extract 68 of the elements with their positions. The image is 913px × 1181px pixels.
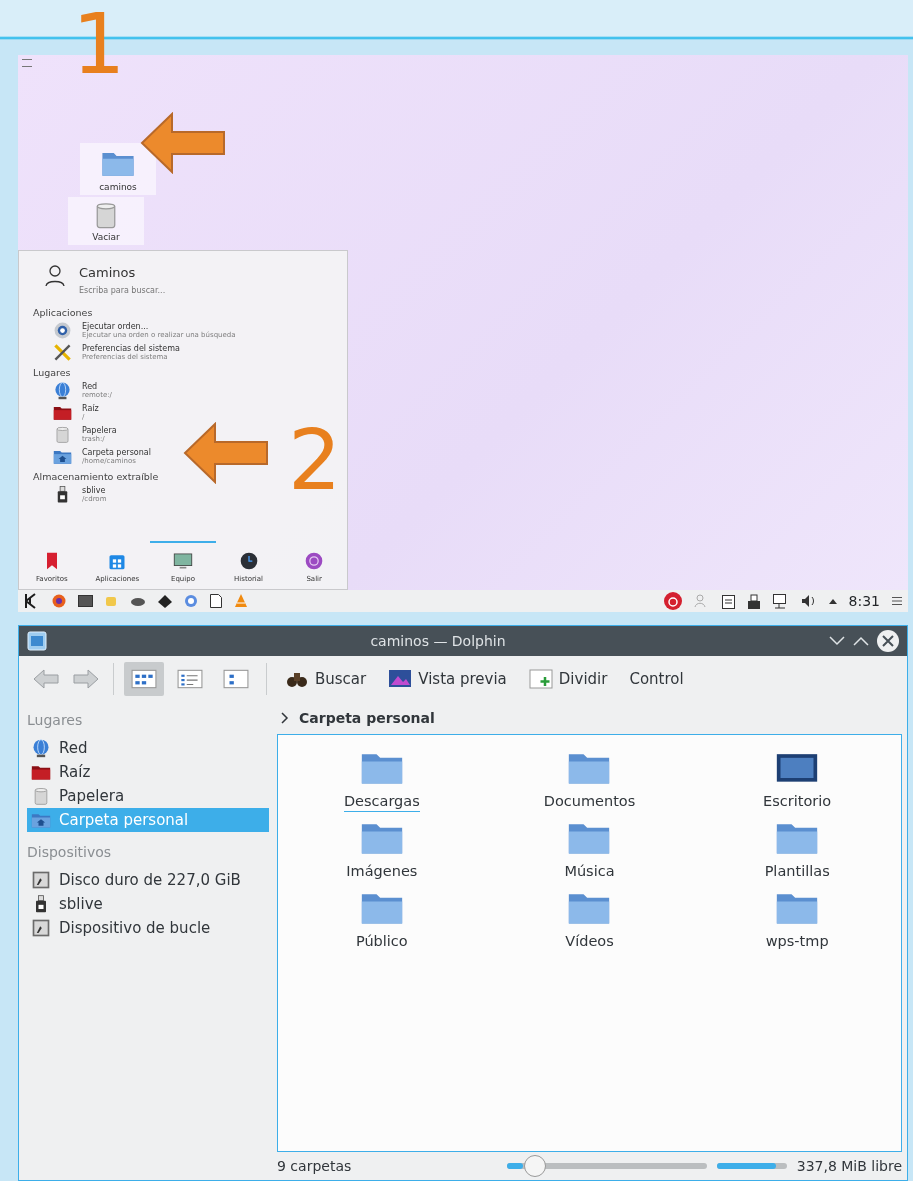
toolbar-button[interactable]: Dividir [520,663,616,695]
toolbar-button[interactable]: Vista previa [380,663,515,695]
place-item[interactable]: sblive [27,892,269,916]
toolbar-button[interactable]: Buscar [277,663,375,695]
file-name[interactable]: Imágenes [346,863,418,882]
clock[interactable]: 8:31 [848,593,880,609]
place-item[interactable]: Disco duro de 227,0 GiB [27,868,269,892]
exit-icon [304,551,325,571]
section-title: Aplicaciones [33,307,94,318]
place-item[interactable]: Raíz [27,760,269,784]
section-title: Lugares [27,711,84,730]
file-name[interactable]: Escritorio [763,793,832,812]
arrow-icon [183,422,269,484]
toolbar-button[interactable]: Control [621,666,692,692]
power-icon[interactable] [663,592,682,610]
app-icon [27,631,47,651]
close-icon[interactable] [877,630,899,652]
disk-icon [31,870,51,890]
section-title: Lugares [33,367,72,378]
slider-thumb[interactable] [523,1155,546,1177]
back-arrow-icon [33,669,59,689]
circle-icon[interactable] [184,594,198,608]
arrow-icon [140,112,226,174]
trash-icon [53,425,72,444]
search-field[interactable]: Escriba para buscar... [79,286,279,295]
browser-icon[interactable] [52,594,66,608]
file-name[interactable]: wps-tmp [765,933,829,952]
globe-icon [53,381,72,400]
zoom-slider[interactable] [506,1155,707,1177]
clipboard-icon[interactable] [721,593,735,609]
clock-icon [238,551,259,571]
view-mode-button[interactable] [124,662,164,696]
place-item[interactable]: Dispositivo de bucle [27,916,269,940]
volume-icon[interactable] [800,594,817,608]
status-text: 9 carpetas [277,1158,353,1174]
desktop-icon[interactable]: Vaciar [68,197,144,245]
gear-icon [53,321,72,340]
section-title: Almacenamiento extraíble [33,471,160,482]
place-item[interactable]: Papelera [27,784,269,808]
document-icon[interactable] [210,594,222,608]
window-title: caminos — Dolphin [369,633,507,649]
split-view-icon [528,667,553,691]
place-item[interactable]: Red [27,736,269,760]
user-name: Caminos [79,265,137,280]
minimize-icon[interactable] [829,636,845,646]
menu-icon[interactable] [22,59,32,67]
file-name[interactable]: Descargas [343,793,420,812]
free-space-reading: 337,8 MiB libre [796,1158,902,1174]
forward-arrow-icon [73,669,99,689]
user-icon [45,265,65,287]
maximize-icon[interactable] [853,636,869,646]
file-name[interactable]: Vídeos [565,933,614,952]
disk-icon [31,918,51,938]
globe-icon [31,738,51,758]
file-name[interactable]: Plantillas [764,863,830,882]
file-name[interactable]: Público [355,933,408,952]
desktop-icon[interactable]: caminos [80,143,156,195]
tools-icon [53,343,72,362]
annotation-number: 2 [288,418,342,502]
section-title: Dispositivos [27,843,113,862]
file-name[interactable]: Música [564,863,615,882]
file-name[interactable]: Documentos [543,793,636,812]
caret-icon[interactable] [828,598,837,604]
chevron-icon[interactable] [281,712,289,724]
monitor-icon [173,551,193,571]
network-icon[interactable] [772,593,789,609]
menu-icon[interactable] [892,597,902,605]
breadcrumb[interactable]: Carpeta personal [299,710,435,726]
